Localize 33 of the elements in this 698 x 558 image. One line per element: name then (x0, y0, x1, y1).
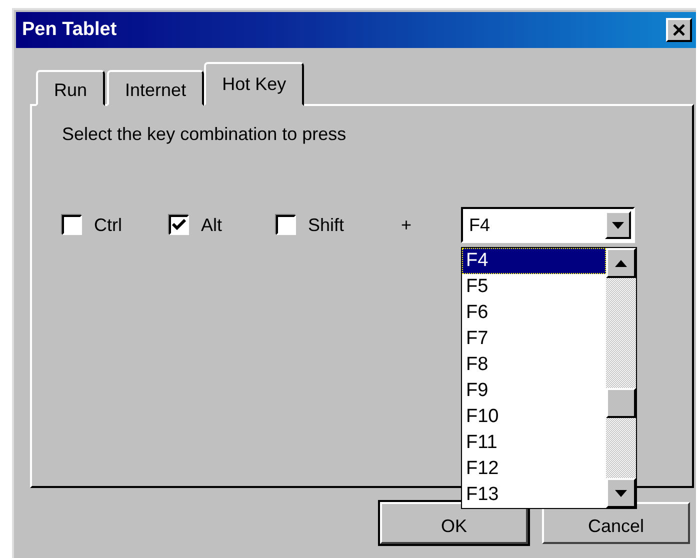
checkbox-label: Shift (308, 214, 344, 236)
scroll-down-button[interactable] (606, 478, 636, 508)
tab[interactable]: Hot Key (204, 62, 304, 106)
list-option[interactable]: F11 (462, 430, 606, 456)
dropdown-button[interactable] (605, 211, 631, 239)
tab[interactable]: Run (36, 70, 106, 106)
list-option[interactable]: F4 (462, 248, 606, 274)
plus-sign: + (401, 214, 413, 236)
checkbox-label: Alt (201, 214, 222, 236)
up-arrow-icon (615, 260, 627, 266)
close-button[interactable] (666, 18, 692, 42)
list-option[interactable]: F9 (462, 378, 606, 404)
checkbox[interactable] (276, 215, 296, 235)
list-option[interactable]: F8 (462, 352, 606, 378)
caret-icon (612, 222, 624, 228)
dialog-button[interactable]: OK (380, 502, 528, 544)
checkbox-label: Ctrl (94, 214, 122, 236)
checkbox[interactable] (62, 215, 82, 235)
scroll-thumb[interactable] (606, 388, 636, 418)
list-option[interactable]: F10 (462, 404, 606, 430)
list-option[interactable]: F5 (462, 274, 606, 300)
dropdown-value: F4 (469, 214, 490, 236)
close-icon (672, 24, 686, 36)
scroll-up-button[interactable] (606, 248, 636, 278)
list-option[interactable]: F7 (462, 326, 606, 352)
window-title: Pen Tablet (22, 19, 117, 41)
list-option[interactable]: F6 (462, 300, 606, 326)
list-option[interactable]: F12 (462, 456, 606, 482)
scrollbar[interactable] (606, 248, 636, 508)
checkbox[interactable] (169, 215, 189, 235)
instruction-text: Select the key combination to press (62, 124, 346, 145)
down-arrow-icon (615, 490, 627, 496)
tab[interactable]: Internet (107, 70, 204, 106)
